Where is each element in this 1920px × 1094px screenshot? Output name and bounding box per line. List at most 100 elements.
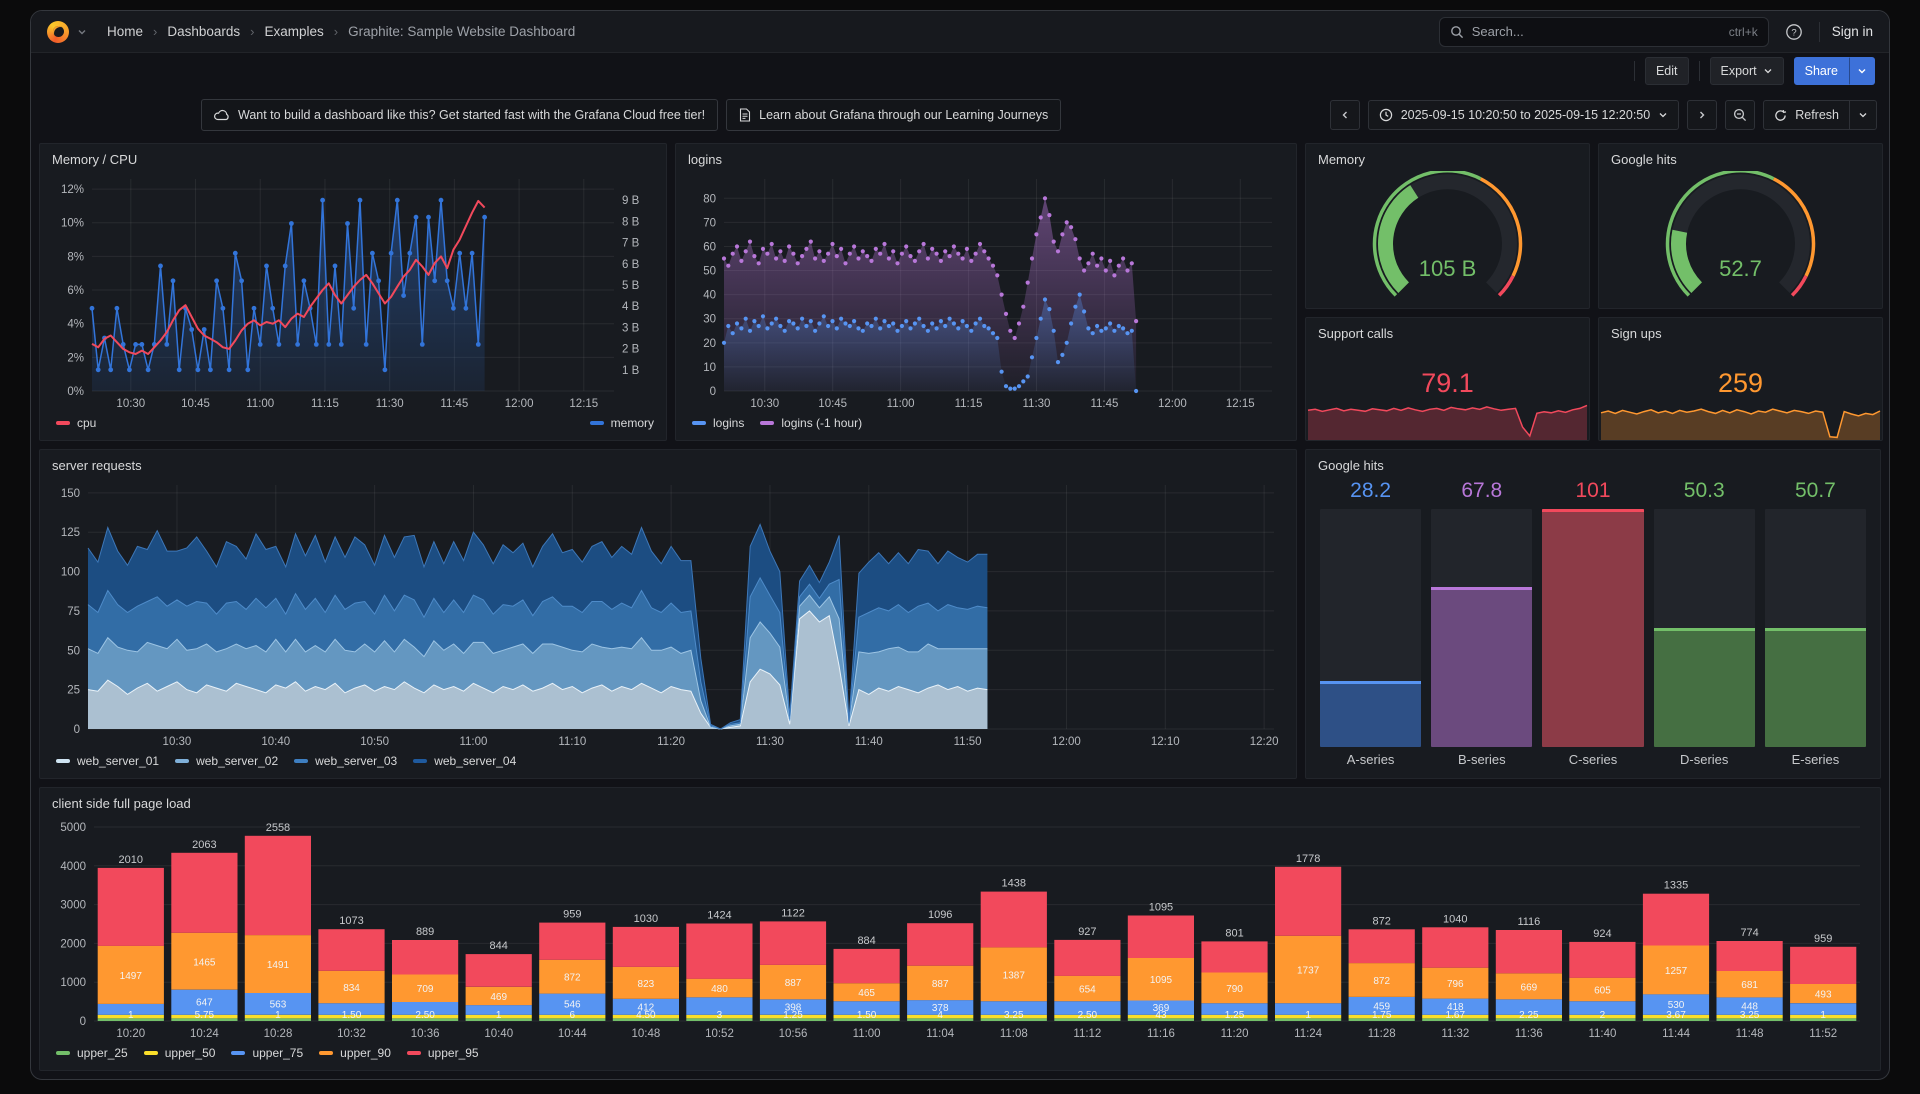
memory-gauge[interactable]: 105 B — [1318, 171, 1577, 301]
svg-text:1737: 1737 — [1297, 965, 1320, 976]
svg-text:11:12: 11:12 — [1073, 1028, 1101, 1040]
svg-text:12:15: 12:15 — [569, 398, 598, 410]
svg-text:10:24: 10:24 — [190, 1028, 219, 1040]
svg-text:887: 887 — [785, 978, 802, 989]
refresh-interval-button[interactable] — [1850, 100, 1877, 130]
bar-gauge-d-series[interactable]: 50.3D-series — [1654, 479, 1755, 771]
svg-text:3: 3 — [717, 1010, 723, 1021]
bar-gauge-c-series[interactable]: 101C-series — [1542, 479, 1643, 771]
dashboard-row-3: client side full page load 0100020003000… — [39, 787, 1881, 1071]
svg-text:927: 927 — [1078, 926, 1096, 938]
export-button[interactable]: Export — [1710, 57, 1784, 85]
edit-label: Edit — [1656, 64, 1678, 78]
bar-gauge-e-series[interactable]: 50.7E-series — [1765, 479, 1866, 771]
bar-gauge-b-series[interactable]: 67.8B-series — [1431, 479, 1532, 771]
memory-cpu-chart[interactable]: 0%2%4%6%8%10%12%10:3010:4511:0011:1511:3… — [52, 171, 654, 413]
panel-title[interactable]: client side full page load — [52, 793, 1868, 815]
svg-text:1: 1 — [1820, 1010, 1826, 1021]
legend-item-upper-95[interactable]: upper_95 — [407, 1046, 479, 1060]
svg-text:125: 125 — [61, 527, 80, 539]
svg-text:1: 1 — [275, 1010, 281, 1021]
support-calls-stat[interactable]: 79.1 — [1318, 345, 1577, 433]
search-input[interactable]: Search... ctrl+k — [1439, 17, 1769, 47]
time-range-picker[interactable]: 2025-09-15 10:20:50 to 2025-09-15 12:20:… — [1368, 100, 1680, 130]
legend-item-web-server-01[interactable]: web_server_01 — [56, 754, 159, 768]
refresh-button[interactable]: Refresh — [1763, 100, 1850, 130]
svg-text:469: 469 — [490, 992, 507, 1003]
panel-title[interactable]: server requests — [52, 455, 1284, 477]
breadcrumb-separator-icon: › — [153, 24, 157, 39]
refresh-icon — [1774, 109, 1787, 122]
bar-gauge-a-series[interactable]: 28.2A-series — [1320, 479, 1421, 771]
svg-text:11:40: 11:40 — [855, 736, 883, 748]
svg-text:709: 709 — [417, 984, 434, 995]
sign-ups-stat[interactable]: 259 — [1611, 345, 1870, 433]
svg-text:493: 493 — [1815, 990, 1832, 1001]
legend-item-web-server-04[interactable]: web_server_04 — [413, 754, 516, 768]
panel-title[interactable]: Google hits — [1318, 455, 1868, 477]
google-hits-gauge[interactable]: 52.7 — [1611, 171, 1870, 301]
legend-swatch — [692, 421, 706, 425]
server-requests-chart[interactable]: 025507510012515010:3010:4010:5011:0011:1… — [52, 477, 1284, 751]
learning-journeys-banner[interactable]: Learn about Grafana through our Learning… — [726, 99, 1061, 131]
svg-text:465: 465 — [858, 988, 875, 999]
google-hits-bar-gauge[interactable]: 28.2A-series67.8B-series101C-series50.3D… — [1318, 477, 1868, 771]
share-menu-button[interactable] — [1849, 57, 1875, 85]
svg-text:10:40: 10:40 — [484, 1028, 513, 1040]
legend-swatch — [56, 1051, 70, 1055]
svg-text:10:30: 10:30 — [163, 736, 192, 748]
panel-title[interactable]: Sign ups — [1611, 323, 1870, 345]
svg-text:924: 924 — [1593, 928, 1611, 940]
logins-chart[interactable]: 0102030405060708010:3010:4511:0011:1511:… — [688, 171, 1284, 413]
svg-text:11:20: 11:20 — [657, 736, 685, 748]
panel-title[interactable]: logins — [688, 149, 1284, 171]
legend-item-cpu[interactable]: cpu — [56, 416, 96, 430]
svg-text:872: 872 — [1373, 976, 1390, 987]
nav-divider — [1819, 22, 1820, 42]
nav-right: Search... ctrl+k ? Sign in — [1439, 17, 1873, 47]
legend: upper_25 upper_50 upper_75 upper_90 upper_95 — [52, 1043, 1868, 1063]
legend-item-upper-50[interactable]: upper_50 — [144, 1046, 216, 1060]
legend-item-upper-75[interactable]: upper_75 — [231, 1046, 303, 1060]
legend-item-web-server-03[interactable]: web_server_03 — [294, 754, 397, 768]
panel-title[interactable]: Memory / CPU — [52, 149, 654, 171]
breadcrumb-item-dashboards[interactable]: Dashboards — [167, 24, 240, 39]
breadcrumb-item-graphite-sample-website-dashboard[interactable]: Graphite: Sample Website Dashboard — [348, 24, 575, 39]
sign-in-button[interactable]: Sign in — [1832, 24, 1873, 39]
grafana-logo[interactable] — [47, 21, 69, 43]
svg-text:75: 75 — [67, 606, 80, 618]
svg-text:10:28: 10:28 — [264, 1028, 293, 1040]
svg-text:1096: 1096 — [928, 909, 952, 921]
bar-gauge-label: E-series — [1765, 747, 1866, 771]
legend-item-memory[interactable]: memory — [590, 416, 654, 430]
legend-item-logins-1-hour-[interactable]: logins (-1 hour) — [760, 416, 862, 430]
zoom-out-button[interactable] — [1725, 100, 1755, 130]
panel-title[interactable]: Google hits — [1611, 149, 1870, 171]
breadcrumb-item-home[interactable]: Home — [107, 24, 143, 39]
time-range-forward-button[interactable] — [1687, 100, 1717, 130]
bar-gauge-label: A-series — [1320, 747, 1421, 771]
client-page-load-chart[interactable]: 01000200030004000500020101497110:2020631… — [52, 815, 1868, 1043]
help-icon[interactable]: ? — [1781, 19, 1807, 45]
grafana-cloud-banner[interactable]: Want to build a dashboard like this? Get… — [201, 99, 718, 131]
svg-text:2010: 2010 — [119, 854, 143, 866]
svg-text:3.25: 3.25 — [1740, 1010, 1760, 1021]
legend-item-upper-90[interactable]: upper_90 — [319, 1046, 391, 1060]
edit-button[interactable]: Edit — [1645, 57, 1689, 85]
legend-item-upper-25[interactable]: upper_25 — [56, 1046, 128, 1060]
time-range-label: 2025-09-15 10:20:50 to 2025-09-15 12:20:… — [1401, 108, 1651, 122]
time-range-back-button[interactable] — [1330, 100, 1360, 130]
panel-title[interactable]: Support calls — [1318, 323, 1577, 345]
svg-text:605: 605 — [1594, 985, 1611, 996]
panel-title[interactable]: Memory — [1318, 149, 1577, 171]
chevron-down-icon[interactable] — [77, 27, 87, 37]
svg-text:11:15: 11:15 — [955, 398, 983, 410]
svg-text:5000: 5000 — [60, 822, 86, 834]
legend-item-web-server-02[interactable]: web_server_02 — [175, 754, 278, 768]
legend-item-logins[interactable]: logins — [692, 416, 744, 430]
svg-text:801: 801 — [1225, 927, 1243, 939]
breadcrumb-item-examples[interactable]: Examples — [265, 24, 324, 39]
legend-label: memory — [611, 416, 654, 430]
share-button-group: Share — [1794, 57, 1875, 85]
share-button[interactable]: Share — [1794, 57, 1849, 85]
